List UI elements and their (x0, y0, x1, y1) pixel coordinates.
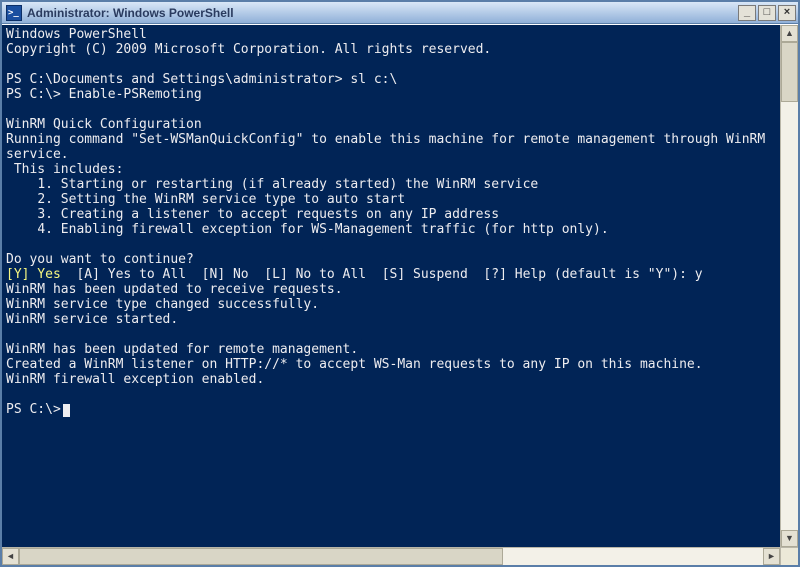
console-line: WinRM service started. (6, 312, 178, 327)
console-line: This includes: (6, 162, 123, 177)
console-line: WinRM service type changed successfully. (6, 297, 319, 312)
console-line: WinRM firewall exception enabled. (6, 372, 264, 387)
scroll-up-button[interactable]: ▲ (781, 25, 798, 42)
console-line: 1. Starting or restarting (if already st… (6, 177, 538, 192)
console-line: Copyright (C) 2009 Microsoft Corporation… (6, 42, 491, 57)
scroll-down-button[interactable]: ▼ (781, 530, 798, 547)
scroll-h-thumb[interactable] (19, 548, 503, 565)
powershell-window: Administrator: Windows PowerShell _ □ × … (0, 0, 800, 567)
console-line: WinRM has been updated for remote manage… (6, 342, 358, 357)
console-line: WinRM has been updated to receive reques… (6, 282, 343, 297)
scroll-v-thumb[interactable] (781, 42, 798, 102)
window-controls: _ □ × (738, 5, 796, 21)
console-line: 4. Enabling firewall exception for WS-Ma… (6, 222, 609, 237)
minimize-button[interactable]: _ (738, 5, 756, 21)
console-line: Created a WinRM listener on HTTP://* to … (6, 357, 703, 372)
console-output[interactable]: Windows PowerShell Copyright (C) 2009 Mi… (2, 25, 780, 547)
console-line: Running command "Set-WSManQuickConfig" t… (6, 132, 773, 162)
maximize-button[interactable]: □ (758, 5, 776, 21)
scroll-h-track[interactable] (19, 548, 763, 565)
console-line: WinRM Quick Configuration (6, 117, 202, 132)
console-line: PS C:\> Enable-PSRemoting (6, 87, 202, 102)
close-button[interactable]: × (778, 5, 796, 21)
prompt-choices: [A] Yes to All [N] No [L] No to All [S] … (61, 267, 703, 282)
console-line: PS C:\Documents and Settings\administrat… (6, 72, 397, 87)
horizontal-scrollbar[interactable]: ◄ ► (2, 547, 780, 565)
cursor-icon (63, 404, 70, 417)
powershell-icon[interactable] (6, 5, 22, 21)
prompt-default-choice: [Y] Yes (6, 267, 61, 282)
console-line: Windows PowerShell (6, 27, 147, 42)
console-line: 3. Creating a listener to accept request… (6, 207, 499, 222)
titlebar[interactable]: Administrator: Windows PowerShell _ □ × (2, 2, 798, 24)
console-line: 2. Setting the WinRM service type to aut… (6, 192, 405, 207)
console-prompt: PS C:\> (6, 402, 61, 417)
scroll-v-track[interactable] (781, 42, 798, 530)
console-line: Do you want to continue? (6, 252, 194, 267)
scroll-left-button[interactable]: ◄ (2, 548, 19, 565)
scroll-right-button[interactable]: ► (763, 548, 780, 565)
scrollbar-corner (780, 547, 798, 565)
client-area: Windows PowerShell Copyright (C) 2009 Mi… (2, 24, 798, 565)
window-title: Administrator: Windows PowerShell (27, 6, 738, 20)
vertical-scrollbar[interactable]: ▲ ▼ (780, 25, 798, 547)
